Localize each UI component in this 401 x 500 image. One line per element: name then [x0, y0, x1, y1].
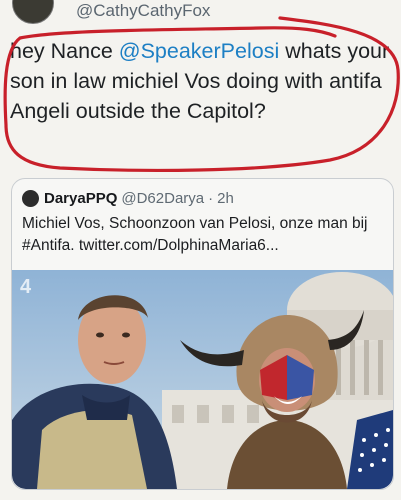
photo-illustration	[12, 270, 393, 489]
quoted-author-name[interactable]: DaryaPPQ	[44, 190, 117, 207]
quoted-tweet-photo[interactable]: 4	[12, 270, 393, 489]
quoted-author-avatar[interactable]	[22, 189, 39, 207]
photo-watermark: 4	[20, 276, 32, 298]
quoted-tweet-card[interactable]: DaryaPPQ @D62Darya · 2h Michiel Vos, Sch…	[11, 178, 394, 490]
cropped-footer	[0, 490, 401, 500]
tweet-text: hey Nance @SpeakerPelosi whats your son …	[10, 36, 390, 126]
tweet-text-intro: hey Nance	[10, 39, 119, 63]
meta-separator: ·	[208, 189, 214, 207]
author-avatar[interactable]	[12, 0, 54, 24]
author-handle[interactable]: @CathyCathyFox	[76, 1, 210, 21]
quoted-tweet-time[interactable]: 2h	[217, 190, 234, 207]
quoted-tweet-text: Michiel Vos, Schoonzoon van Pelosi, onze…	[22, 215, 368, 254]
quoted-author-handle[interactable]: @D62Darya	[121, 190, 204, 207]
quoted-tweet-header: DaryaPPQ @D62Darya · 2h	[22, 188, 234, 208]
mention-link[interactable]: @SpeakerPelosi	[119, 39, 279, 63]
